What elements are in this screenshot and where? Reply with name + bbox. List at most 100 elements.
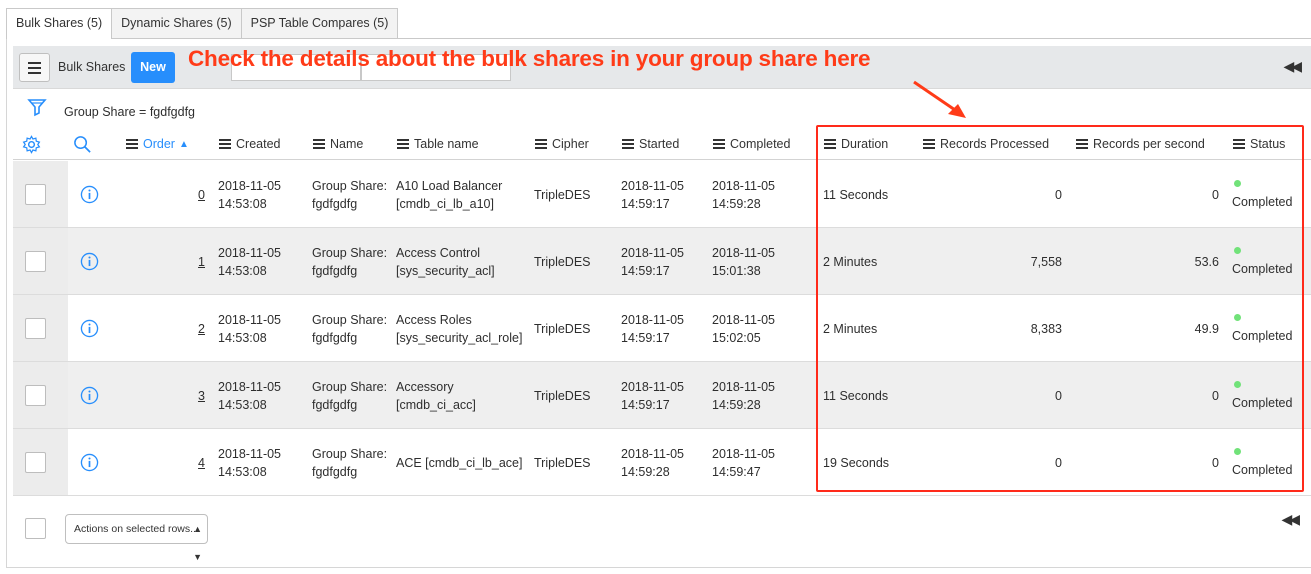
tab-dynamic-shares[interactable]: Dynamic Shares (5) [111,8,242,38]
list-menu-button[interactable] [19,53,50,82]
new-button[interactable]: New [131,52,175,83]
info-icon[interactable] [80,386,99,405]
duration-cell: 2 Minutes [823,322,878,336]
search-icon[interactable] [73,135,92,154]
table-name-cell: A10 Load Balancer [cmdb_ci_lb_a10] [396,179,503,211]
actions-select[interactable]: Actions on selected rows... ▲ ▼ [65,514,208,562]
table-row[interactable]: 2 2018-11-05 14:53:08 Group Share: fgdfgdfg A… [13,295,1311,362]
row-checkbox[interactable] [25,184,46,205]
started-cell: 2018-11-05 14:59:28 [621,447,685,479]
sort-ascending-icon: ▲ [178,138,189,150]
column-header-completed[interactable]: Completed [713,134,790,154]
records-processed-cell: 0 [1055,389,1062,403]
records-per-second-cell: 0 [1212,188,1219,202]
order-link[interactable]: 0 [163,186,205,204]
name-cell: Group Share: fgdfgdfg [312,313,388,345]
row-checkbox[interactable] [25,385,46,406]
completed-cell: 2018-11-05 14:59:28 [712,380,776,412]
info-icon[interactable] [80,252,99,271]
name-cell: Group Share: fgdfgdfg [312,246,388,278]
column-header-name[interactable]: Name [313,134,363,154]
filter-breadcrumb[interactable]: Group Share = fgdfgdfg [64,105,195,119]
updown-arrows-icon: ▲ ▼ [193,524,202,562]
select-all-checkbox[interactable] [25,518,46,539]
duration-cell: 11 Seconds [823,188,889,202]
column-header-table-name[interactable]: Table name [397,134,479,154]
cipher-cell: TripleDES [534,389,591,403]
completed-cell: 2018-11-05 15:01:38 [712,246,776,278]
info-icon[interactable] [80,319,99,338]
annotation-arrow-icon [913,80,966,118]
status-dot-icon [1234,448,1241,455]
started-cell: 2018-11-05 14:59:17 [621,246,685,278]
collapse-icon-bottom[interactable]: ◀◀ [1281,511,1299,528]
name-cell: Group Share: fgdfgdfg [312,179,388,211]
cipher-cell: TripleDES [534,255,591,269]
name-cell: Group Share: fgdfgdfg [312,380,388,412]
column-header-duration[interactable]: Duration [824,134,888,154]
created-cell: 2018-11-05 14:53:08 [218,246,282,278]
records-per-second-cell: 53.6 [1194,255,1219,269]
column-header-records-processed[interactable]: Records Processed [923,134,1049,154]
tab-psp-table-compares[interactable]: PSP Table Compares (5) [240,8,399,38]
actions-select-label: Actions on selected rows... [74,523,199,535]
status-cell: Completed [1232,195,1293,209]
column-header-order[interactable]: Order ▲ [126,134,189,154]
order-link[interactable]: 2 [163,320,205,338]
order-link[interactable]: 1 [163,253,205,271]
records-processed-cell: 0 [1055,188,1062,202]
created-cell: 2018-11-05 14:53:08 [218,179,282,211]
column-header-status[interactable]: Status [1233,134,1285,154]
column-header-started[interactable]: Started [622,134,679,154]
created-cell: 2018-11-05 14:53:08 [218,313,282,345]
status-dot-icon [1234,247,1241,254]
started-cell: 2018-11-05 14:59:17 [621,380,685,412]
funnel-icon[interactable] [27,97,47,117]
table-row[interactable]: 4 2018-11-05 14:53:08 Group Share: fgdfgdfg A… [13,429,1311,496]
records-processed-cell: 7,558 [1030,255,1062,269]
column-header-records-per-second[interactable]: Records per second [1076,134,1205,154]
row-checkbox[interactable] [25,318,46,339]
tab-bulk-shares[interactable]: Bulk Shares (5) [6,8,113,39]
info-icon[interactable] [80,185,99,204]
created-cell: 2018-11-05 14:53:08 [218,380,282,412]
tab-bar: Bulk Shares (5) Dynamic Shares (5) PSP T… [6,8,399,39]
table-name-cell: Access Control [sys_security_acl] [396,246,495,278]
column-header-cipher[interactable]: Cipher [535,134,589,154]
order-link[interactable]: 4 [163,454,205,472]
column-header-created[interactable]: Created [219,134,280,154]
status-cell: Completed [1232,329,1293,343]
records-per-second-cell: 0 [1212,456,1219,470]
annotation-callout: Check the details about the bulk shares … [188,46,871,71]
status-cell: Completed [1232,262,1293,276]
status-dot-icon [1234,314,1241,321]
created-cell: 2018-11-05 14:53:08 [218,447,282,479]
status-cell: Completed [1232,396,1293,410]
completed-cell: 2018-11-05 15:02:05 [712,313,776,345]
records-processed-cell: 0 [1055,456,1062,470]
header-divider [13,159,1311,160]
name-cell: Group Share: fgdfgdfg [312,447,388,479]
info-icon[interactable] [80,453,99,472]
table-row[interactable]: 3 2018-11-05 14:53:08 Group Share: fgdfgdfg A… [13,362,1311,429]
cipher-cell: TripleDES [534,456,591,470]
table-row[interactable]: 1 2018-11-05 14:53:08 Group Share: fgdfgdfg A… [13,228,1311,295]
table-name-cell: Accessory [cmdb_ci_acc] [396,380,476,412]
list-title: Bulk Shares [58,60,126,74]
status-cell: Completed [1232,463,1293,477]
row-checkbox[interactable] [25,251,46,272]
completed-cell: 2018-11-05 14:59:47 [712,447,776,479]
cipher-cell: TripleDES [534,322,591,336]
table-row[interactable]: 0 2018-11-05 14:53:08 Group Share: fgdfgdfg A… [13,161,1311,228]
records-per-second-cell: 49.9 [1194,322,1219,336]
completed-cell: 2018-11-05 14:59:28 [712,179,776,211]
order-link[interactable]: 3 [163,387,205,405]
gear-icon[interactable] [22,135,41,154]
collapse-icon[interactable]: ◀◀ [1283,58,1301,75]
started-cell: 2018-11-05 14:59:17 [621,179,685,211]
table-name-cell: ACE [cmdb_ci_lb_ace] [396,456,523,470]
row-checkbox[interactable] [25,452,46,473]
duration-cell: 11 Seconds [823,389,889,403]
duration-cell: 19 Seconds [823,456,890,470]
status-dot-icon [1234,381,1241,388]
